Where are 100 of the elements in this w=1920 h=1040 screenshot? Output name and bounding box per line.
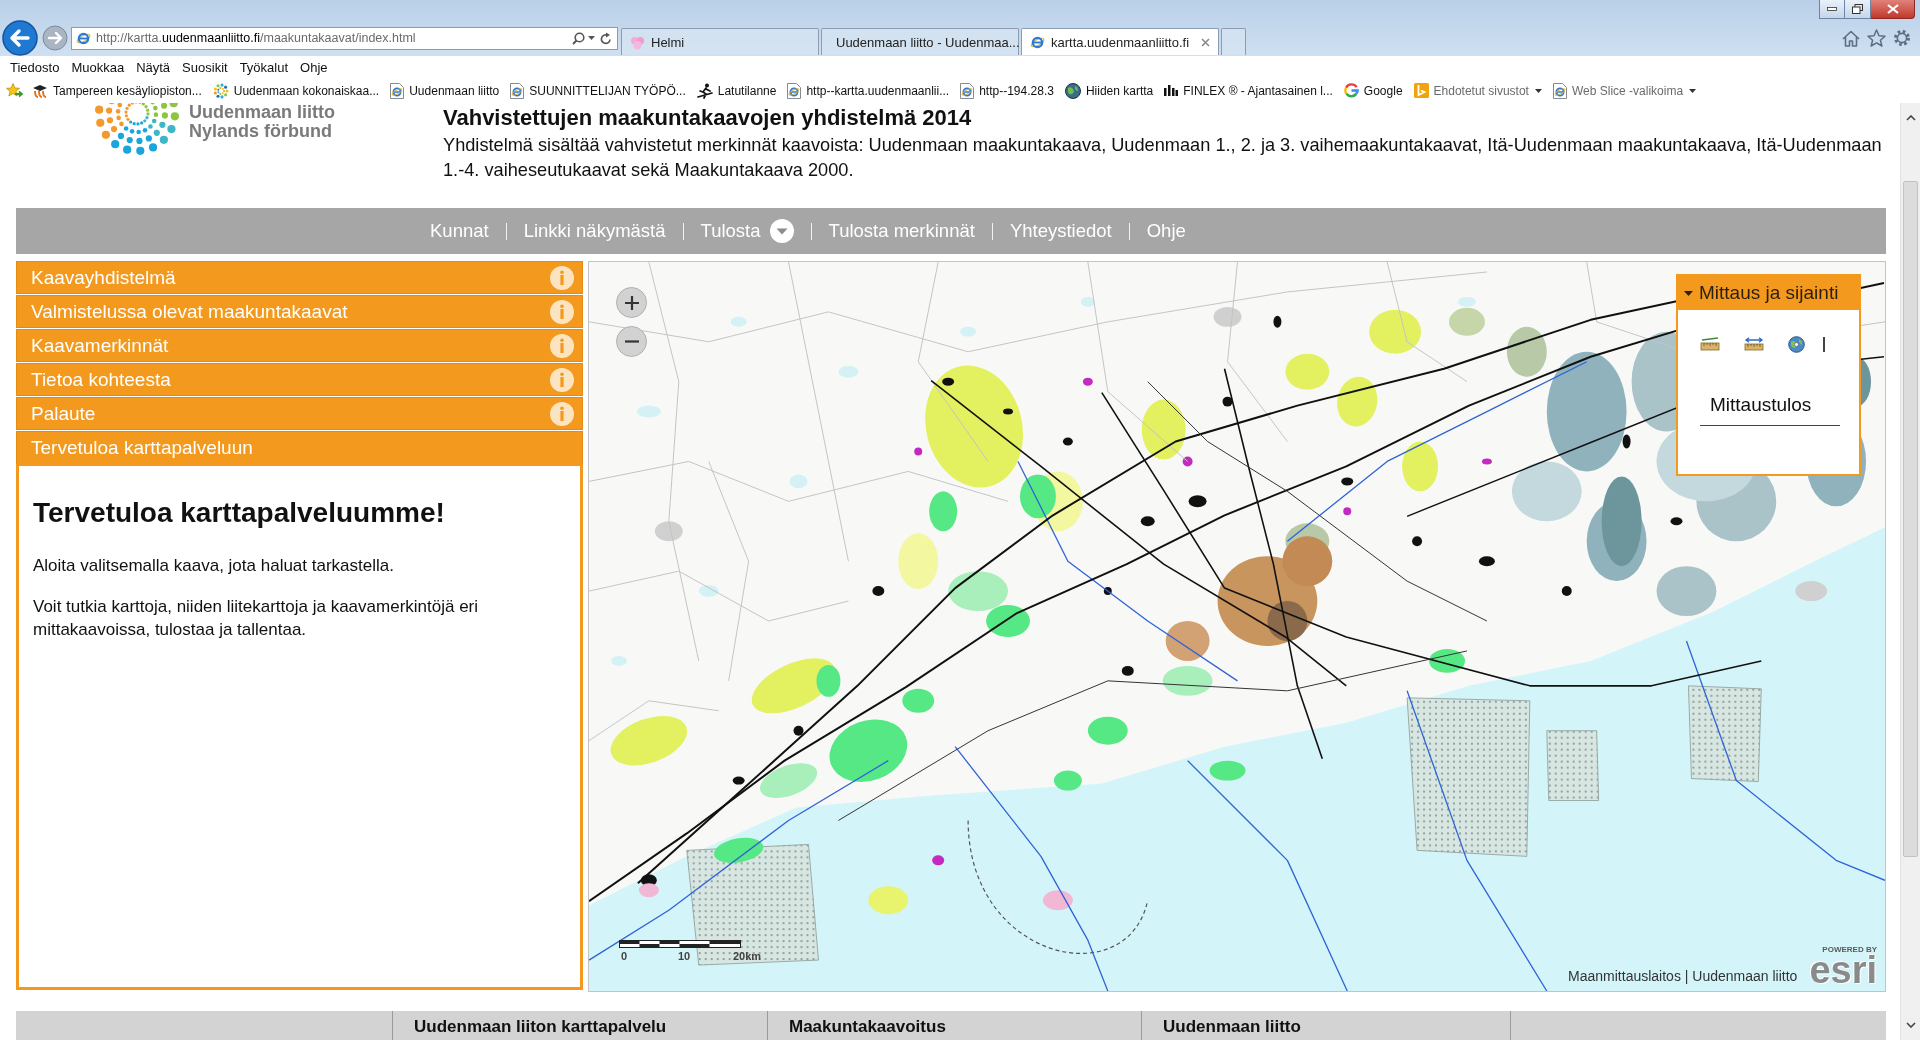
footer-heading[interactable]: Uudenmaan liitto bbox=[1163, 1017, 1301, 1036]
dropdown-icon[interactable] bbox=[769, 219, 794, 243]
map-symbol bbox=[1412, 536, 1423, 547]
footer-heading[interactable]: Maakuntakaavoitus bbox=[789, 1017, 946, 1036]
zoning-area bbox=[986, 605, 1030, 637]
letter-g-icon bbox=[1343, 83, 1359, 98]
map-point bbox=[932, 855, 945, 866]
browser-tab[interactable]: Uudenmaan liitto - Uudenmaa... bbox=[821, 28, 1019, 55]
zoning-area bbox=[1209, 760, 1246, 781]
map-point bbox=[914, 447, 923, 456]
minimize-button[interactable] bbox=[1819, 0, 1845, 19]
settings-icon[interactable] bbox=[1893, 29, 1911, 47]
bar-chart-icon bbox=[1164, 85, 1179, 96]
welcome-paragraph: Voit tutkia karttoja, niiden liitekarttoja ja kaavamerkintöjä eri mittakaavoissa, tulostaa ja tallentaa. bbox=[33, 596, 480, 641]
lake bbox=[610, 655, 627, 666]
scrollbar-thumb[interactable] bbox=[1903, 181, 1918, 857]
globe-icon[interactable] bbox=[1788, 335, 1805, 353]
lake bbox=[838, 365, 859, 378]
map-point bbox=[1082, 377, 1093, 386]
skier-icon bbox=[696, 82, 713, 99]
zoning-area bbox=[868, 886, 909, 915]
lake bbox=[1458, 296, 1476, 307]
page-icon bbox=[1552, 82, 1567, 99]
menu-item[interactable]: Näytä bbox=[130, 59, 177, 75]
menu-item[interactable]: Suosikit bbox=[176, 59, 234, 75]
map-symbol bbox=[1561, 586, 1572, 597]
zoning-area bbox=[1285, 353, 1330, 390]
arrow-right-icon bbox=[42, 25, 68, 51]
map-symbol bbox=[1341, 477, 1354, 486]
lake bbox=[636, 405, 661, 418]
lake bbox=[960, 326, 977, 337]
zoning-area bbox=[1141, 399, 1186, 460]
scale-label: 0 bbox=[621, 950, 628, 962]
close-icon[interactable] bbox=[1201, 37, 1210, 47]
map-point bbox=[1182, 456, 1193, 467]
sunburst-icon bbox=[212, 82, 229, 99]
chevron-down-icon bbox=[1905, 1022, 1916, 1028]
map-point bbox=[1481, 458, 1492, 465]
bookmark-link[interactable]: FINLEX ® - Ajantasainen l... bbox=[1164, 83, 1333, 98]
ruler-icon[interactable] bbox=[1700, 337, 1720, 351]
map-symbol bbox=[732, 776, 745, 785]
close-window-button[interactable] bbox=[1871, 0, 1915, 19]
bookmark-link[interactable]: http--194.28.3 bbox=[960, 82, 1054, 99]
bookmark-link[interactable]: Latutilanne bbox=[696, 82, 777, 99]
map-symbol bbox=[1273, 315, 1282, 328]
caret-icon[interactable] bbox=[1534, 88, 1542, 93]
caret-icon[interactable] bbox=[588, 36, 595, 40]
zoning-area bbox=[1267, 601, 1308, 641]
ruler-arrow-icon[interactable] bbox=[1744, 337, 1764, 351]
browser-tab[interactable]: Helmi bbox=[621, 28, 819, 55]
zoning-area bbox=[898, 533, 939, 590]
bookmark-link[interactable]: Tampereen kesäyliopiston... bbox=[32, 83, 202, 98]
zoning-area bbox=[948, 571, 1009, 612]
bookmark-link[interactable]: Ehdotetut sivustot bbox=[1413, 83, 1542, 98]
minus-icon bbox=[624, 340, 639, 343]
restore-icon bbox=[1852, 4, 1863, 14]
zoning-area bbox=[1042, 890, 1073, 911]
lake bbox=[1080, 296, 1095, 307]
bookmark-link[interactable]: Google bbox=[1343, 83, 1403, 98]
search-icon[interactable] bbox=[572, 31, 585, 45]
map-symbol bbox=[1670, 517, 1683, 526]
e-icon bbox=[1030, 34, 1045, 50]
zoning-area bbox=[638, 883, 659, 898]
map-symbol bbox=[1103, 587, 1112, 596]
page-icon bbox=[787, 82, 802, 99]
home-icon[interactable] bbox=[1842, 29, 1860, 47]
menu-item[interactable]: Tiedosto bbox=[4, 59, 66, 75]
zoning-area bbox=[929, 491, 958, 532]
bookmark-link[interactable]: SUUNNITTELIJAN TYÖPÖ... bbox=[510, 82, 686, 99]
refresh-icon[interactable] bbox=[600, 31, 612, 45]
menu-item[interactable]: Työkalut bbox=[233, 59, 295, 75]
page-description: Yhdistelmä sisältää vahvistetut merkinnät kaavoista: Uudenmaan maakuntakaava, Uudenmaan 1., 2. ja 3. vaihemaakuntakaavat, Itä-Uudenmaan maakuntakaava, Itä-Uudenmaan 1.-4. vaiheseutukaavat sekä Maakuntakaava 2000. bbox=[443, 134, 1883, 182]
map-symbol bbox=[1003, 408, 1013, 415]
address-bar[interactable]: http://kartta.uudenmaanliitto.fi/maakuntakaavat/index.html bbox=[71, 26, 618, 50]
zoning-area bbox=[902, 688, 935, 713]
bookmark-link[interactable]: Web Slice -valikoima bbox=[1552, 82, 1697, 99]
zoning-area bbox=[1162, 665, 1213, 696]
page-title: Vahvistettujen maakuntakaavojen yhdistelmä 2014 bbox=[443, 105, 973, 130]
caret-icon[interactable] bbox=[1689, 88, 1697, 93]
back-button[interactable] bbox=[2, 20, 38, 56]
star-icon[interactable] bbox=[6, 83, 23, 98]
footer-heading[interactable]: Uudenmaan liiton karttapalvelu bbox=[414, 1017, 667, 1036]
restore-button[interactable] bbox=[1845, 0, 1871, 19]
logo-tagline: POWERED BY bbox=[1822, 945, 1877, 954]
forward-button[interactable] bbox=[42, 25, 68, 51]
star-icon[interactable] bbox=[1867, 29, 1886, 47]
bookmark-link[interactable]: Uudenmaan kokonaiskaa... bbox=[212, 82, 380, 99]
town-area bbox=[1795, 581, 1828, 602]
zoning-area bbox=[1165, 621, 1210, 661]
new-tab-button[interactable] bbox=[1221, 28, 1246, 55]
bookmark-link[interactable]: http--kartta.uudenmaanlii... bbox=[787, 82, 950, 99]
measure-panel-header[interactable]: Mittaus ja sijainti bbox=[1678, 276, 1859, 310]
browser-tab[interactable]: kartta.uudenmaanliitto.fi bbox=[1021, 28, 1219, 55]
menu-item[interactable]: Muokkaa bbox=[65, 59, 131, 75]
tile-icon bbox=[1413, 83, 1429, 98]
bookmark-link[interactable]: Uudenmaan liitto bbox=[390, 82, 500, 99]
menu-item[interactable]: Ohje bbox=[294, 59, 334, 75]
lake bbox=[698, 585, 719, 598]
bookmark-link[interactable]: Hiiden kartta bbox=[1064, 82, 1154, 99]
map-symbol bbox=[1622, 434, 1631, 449]
